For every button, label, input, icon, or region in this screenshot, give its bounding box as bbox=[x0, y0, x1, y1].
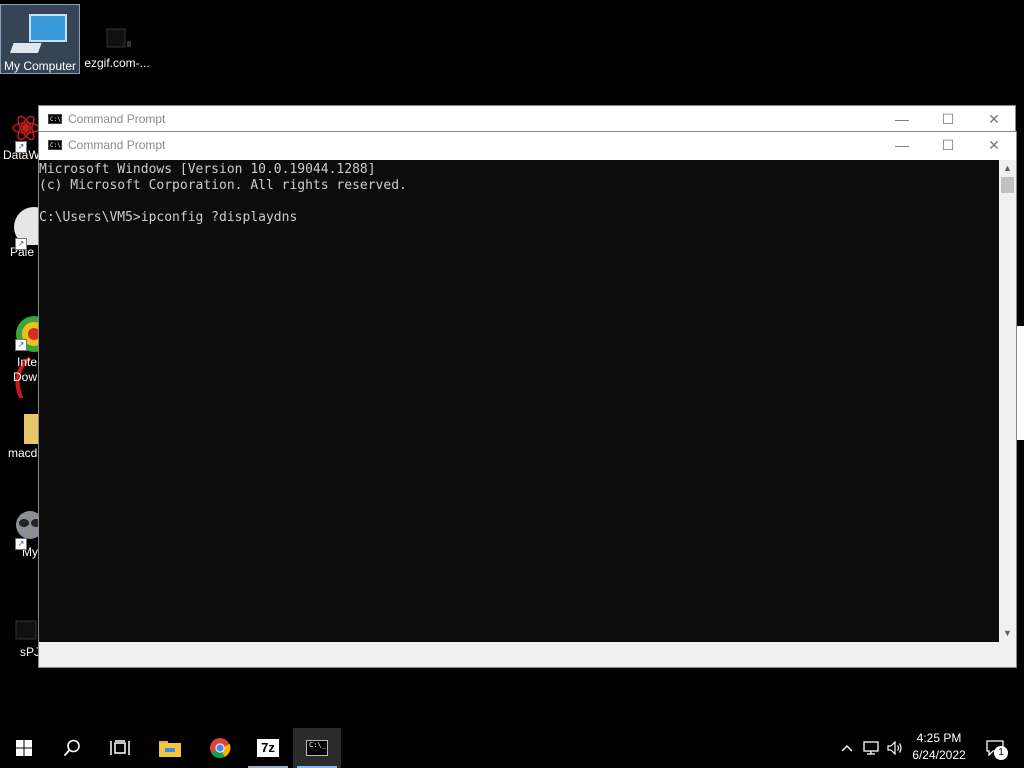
file-explorer-button[interactable] bbox=[146, 728, 194, 768]
desktop-icon-label: ezgif.com-... bbox=[84, 56, 150, 70]
console-prompt-line: C:\Users\VM5>ipconfig ?displaydns bbox=[39, 210, 298, 225]
close-button[interactable]: ✕ bbox=[971, 106, 1017, 133]
task-view-icon bbox=[110, 740, 130, 755]
7zip-button[interactable]: 7z bbox=[244, 728, 292, 768]
desktop-icon-macd[interactable]: macd bbox=[0, 410, 40, 472]
desktop-icon-label: My Computer bbox=[3, 59, 77, 73]
scroll-thumb[interactable] bbox=[1001, 177, 1014, 193]
command-prompt-icon: C:\_ bbox=[306, 740, 328, 756]
action-center-button[interactable]: 1 bbox=[980, 728, 1010, 768]
background-window-edge bbox=[1016, 326, 1024, 440]
command-prompt-icon: C:\ bbox=[48, 114, 62, 124]
desktop-icon-internet-download[interactable]: ↗ Inte Dow bbox=[0, 308, 40, 408]
network-icon bbox=[863, 741, 879, 755]
network-button[interactable] bbox=[860, 728, 882, 768]
shortcut-arrow-icon: ↗ bbox=[15, 339, 27, 351]
file-icon bbox=[106, 28, 131, 48]
notification-count-badge: 1 bbox=[994, 746, 1008, 760]
title-bar[interactable]: C:\ Command Prompt — ☐ ✕ bbox=[39, 132, 1016, 159]
search-button[interactable] bbox=[48, 728, 96, 768]
task-view-button[interactable] bbox=[96, 728, 144, 768]
clock-date: 6/24/2022 bbox=[912, 748, 966, 762]
desktop-icon-label: macd bbox=[8, 446, 38, 460]
file-icon bbox=[15, 620, 37, 640]
show-hidden-icons-button[interactable] bbox=[836, 728, 858, 768]
desktop-icon-ezgif[interactable]: ezgif.com-... bbox=[78, 5, 156, 73]
scroll-down-arrow-icon[interactable]: ▼ bbox=[999, 625, 1016, 642]
minimize-button[interactable]: — bbox=[879, 106, 925, 133]
start-button[interactable] bbox=[0, 728, 48, 768]
clock[interactable]: 4:25 PM 6/24/2022 bbox=[900, 730, 978, 764]
command-prompt-taskbar-button[interactable]: C:\_ bbox=[293, 728, 341, 768]
computer-icon bbox=[9, 14, 67, 53]
shortcut-arrow-icon: ↗ bbox=[15, 238, 27, 250]
scrollbar-corner bbox=[999, 642, 1016, 667]
desktop-icon-spj[interactable]: sPJ bbox=[0, 615, 40, 669]
command-prompt-window[interactable]: C:\ Command Prompt — ☐ ✕ Microsoft Windo… bbox=[38, 131, 1017, 668]
horizontal-scrollbar[interactable] bbox=[39, 642, 999, 667]
close-button[interactable]: ✕ bbox=[971, 132, 1017, 159]
7zip-icon: 7z bbox=[257, 739, 279, 757]
file-explorer-icon bbox=[159, 741, 181, 757]
chevron-up-icon bbox=[841, 745, 853, 752]
chrome-button[interactable] bbox=[196, 728, 244, 768]
desktop-icon-label: sPJ bbox=[20, 645, 40, 659]
shortcut-arrow-icon: ↗ bbox=[15, 538, 27, 550]
console-output[interactable]: Microsoft Windows [Version 10.0.19044.12… bbox=[39, 160, 999, 642]
desktop-icon-label: Dow bbox=[13, 370, 38, 384]
vertical-scrollbar[interactable]: ▲ ▼ bbox=[999, 160, 1016, 642]
console-line: (c) Microsoft Corporation. All rights re… bbox=[39, 178, 407, 193]
window-title: Command Prompt bbox=[68, 138, 166, 152]
window-title: Command Prompt bbox=[68, 112, 166, 126]
scroll-up-arrow-icon[interactable]: ▲ bbox=[999, 160, 1016, 177]
download-manager-icon bbox=[15, 316, 40, 398]
title-bar[interactable]: C:\ Command Prompt — ☐ ✕ bbox=[39, 106, 1015, 133]
maximize-button[interactable]: ☐ bbox=[925, 106, 971, 133]
folder-icon bbox=[24, 414, 40, 444]
desktop-icon-my[interactable]: ↗ My bbox=[0, 505, 40, 571]
desktop-icon-pale[interactable]: ↗ Pale M bbox=[0, 205, 40, 271]
desktop-icon-label: Inte bbox=[17, 355, 38, 369]
desktop-icon-my-computer[interactable]: My Computer bbox=[0, 4, 80, 74]
maximize-button[interactable]: ☐ bbox=[925, 132, 971, 159]
minimize-button[interactable]: — bbox=[879, 132, 925, 159]
console-line: Microsoft Windows [Version 10.0.19044.12… bbox=[39, 162, 376, 177]
command-prompt-icon: C:\ bbox=[48, 140, 62, 150]
taskbar: 7z C:\_ 4:25 PM 6/24/2022 1 bbox=[0, 728, 1024, 768]
desktop-icon-dataw[interactable]: ↗ DataW bbox=[0, 108, 40, 174]
shortcut-arrow-icon: ↗ bbox=[15, 141, 27, 153]
search-icon bbox=[63, 739, 80, 757]
windows-start-icon bbox=[16, 740, 32, 756]
chrome-icon bbox=[210, 738, 231, 758]
clock-time: 4:25 PM bbox=[916, 731, 962, 745]
